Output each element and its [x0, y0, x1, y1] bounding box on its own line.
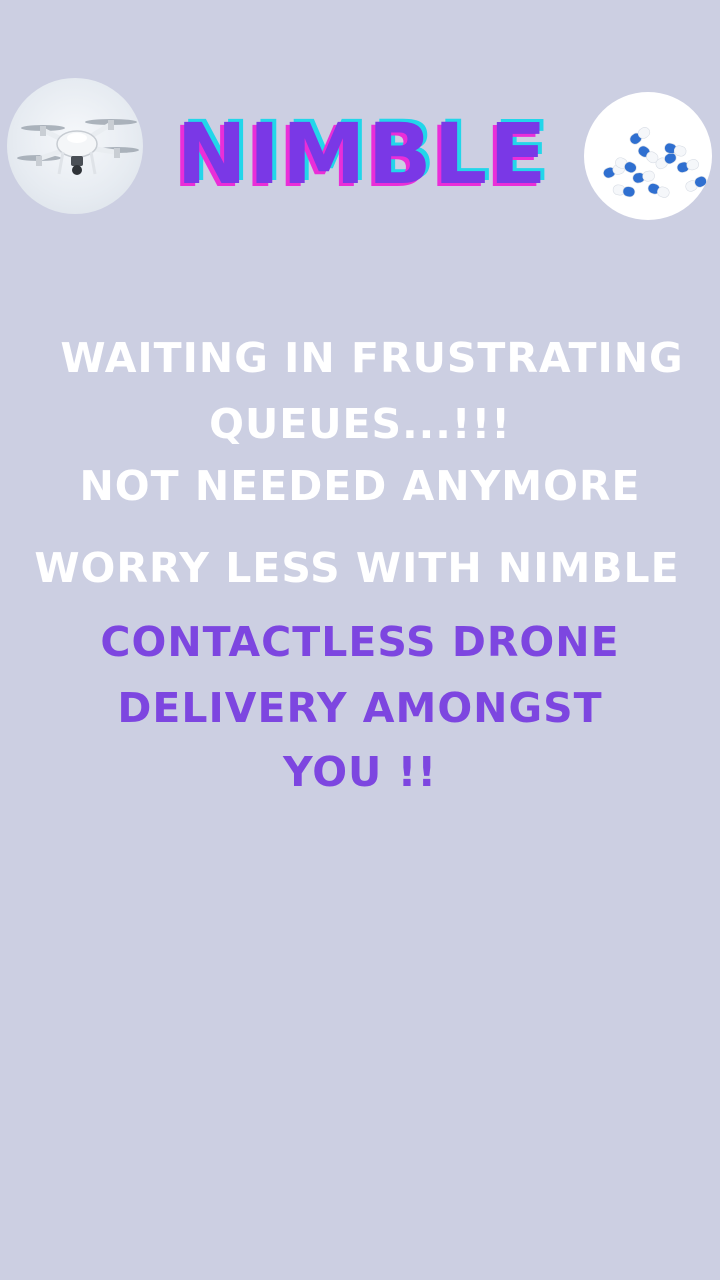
drone-icon: [17, 119, 139, 175]
promo-line-1: CONTACTLESS DRONE: [100, 618, 620, 666]
tagline: WORRY LESS WITH NIMBLE: [34, 544, 680, 592]
promo-line-2: DELIVERY AMONGST: [117, 684, 603, 732]
headline-line-1: WAITING IN FRUSTRATING: [60, 334, 684, 382]
brand-logo: NIMBLE: [176, 105, 549, 203]
drone-image: [7, 78, 143, 214]
headline-line-3: NOT NEEDED ANYMORE: [79, 462, 641, 510]
promo-line-3: YOU !!: [282, 748, 438, 796]
pills-icon: [603, 127, 707, 198]
headline-line-2: QUEUES...!!!: [209, 400, 511, 448]
pills-image: [584, 92, 712, 220]
